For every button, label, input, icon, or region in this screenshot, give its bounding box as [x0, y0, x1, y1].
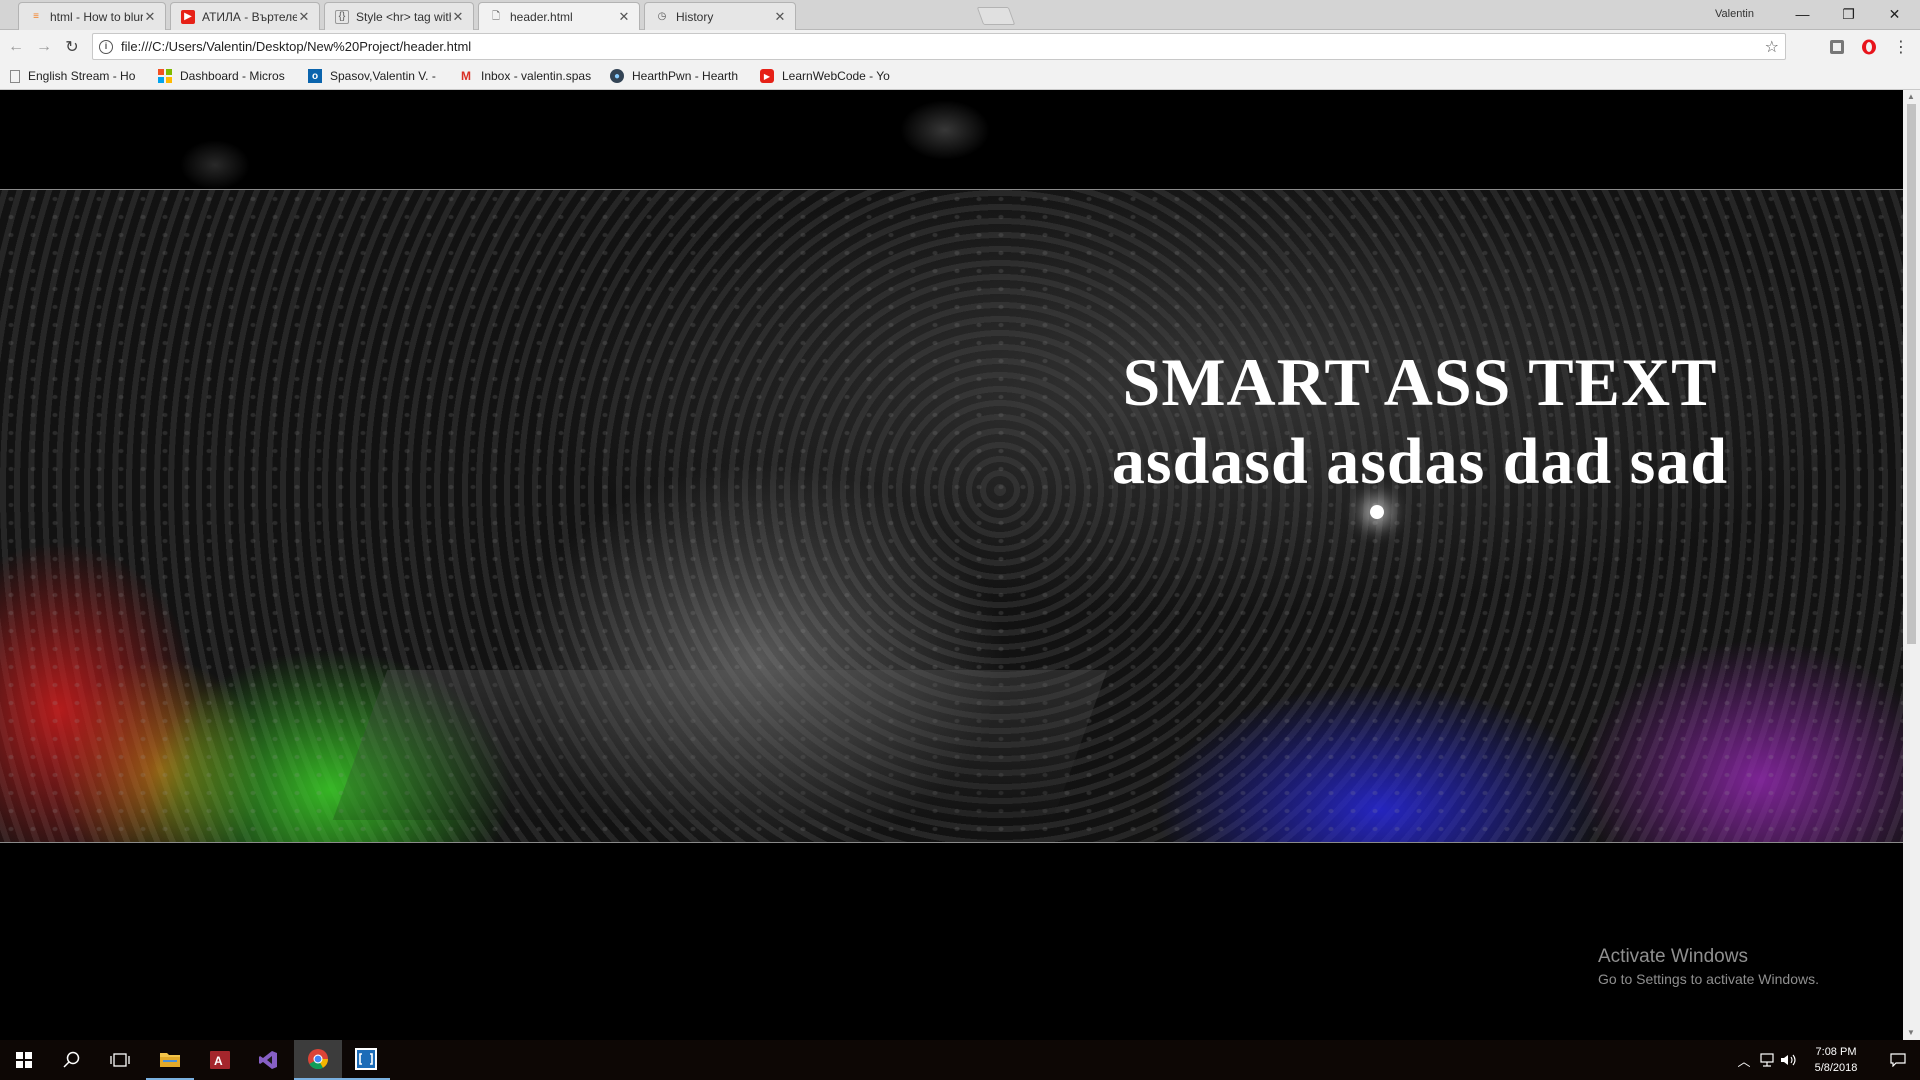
address-bar[interactable]: i file:///C:/Users/Valentin/Desktop/New%…: [92, 33, 1786, 60]
minimize-icon[interactable]: —: [1780, 0, 1825, 28]
brackets-icon[interactable]: [342, 1040, 390, 1080]
opera-icon[interactable]: [1860, 38, 1878, 56]
page-viewport: SMART ASS TEXT asdasd asdas dad sad Acti…: [0, 90, 1903, 1040]
tab-title: Style <hr> tag with CSS: [356, 9, 451, 24]
background-glow: [180, 140, 250, 190]
tab-title: html - How to blur(css) d: [50, 9, 143, 24]
info-icon[interactable]: i: [99, 39, 113, 54]
bookmarks-bar: English Stream - Ho Dashboard - Micros o…: [0, 64, 1920, 90]
browser-window: ≡ html - How to blur(css) d ✕ ▶ АТИЛА - …: [0, 0, 1920, 1040]
activate-windows-watermark: Activate Windows Go to Settings to activ…: [1598, 946, 1819, 987]
bottom-hr: [0, 842, 1903, 843]
stage-light: [1370, 505, 1384, 519]
tab-header-html[interactable]: 🗋 header.html ✕: [478, 2, 640, 31]
reload-icon[interactable]: ↻: [62, 37, 82, 57]
profile-name[interactable]: Valentin: [1715, 8, 1754, 20]
close-icon[interactable]: ✕: [143, 9, 157, 25]
close-icon[interactable]: ✕: [297, 9, 311, 25]
file-explorer-icon[interactable]: [146, 1040, 194, 1080]
tab-style-hr[interactable]: {} Style <hr> tag with CSS ✕: [324, 2, 474, 30]
clock-date: 5/8/2018: [1814, 1062, 1858, 1074]
tab-history[interactable]: ◷ History ✕: [644, 2, 796, 30]
hearthpwn-icon: ●: [610, 69, 624, 83]
bookmark-learnwebcode[interactable]: ▶ LearnWebCode - Yo: [760, 69, 898, 83]
bookmark-label: HearthPwn - Hearth: [632, 69, 739, 83]
microsoft-icon: [158, 69, 172, 83]
tab-title: header.html: [510, 10, 573, 24]
network-icon[interactable]: [1756, 1040, 1778, 1080]
access-icon[interactable]: A: [196, 1040, 244, 1080]
visual-studio-icon[interactable]: [244, 1040, 292, 1080]
close-icon[interactable]: ✕: [617, 9, 631, 25]
vertical-scrollbar[interactable]: ▲ ▼: [1903, 90, 1920, 1040]
toolbar: ← → ↻ i file:///C:/Users/Valentin/Deskto…: [0, 30, 1920, 64]
watermark-subtitle: Go to Settings to activate Windows.: [1598, 971, 1819, 987]
history-icon: ◷: [657, 11, 667, 22]
stage-shape: [332, 670, 1108, 820]
chrome-icon[interactable]: [294, 1040, 342, 1080]
scrollbar-thumb[interactable]: [1907, 104, 1916, 644]
restore-icon[interactable]: ❐: [1826, 0, 1871, 28]
clock-time: 7:08 PM: [1815, 1046, 1857, 1058]
bookmark-outlook[interactable]: o Spasov,Valentin V. -: [308, 69, 444, 83]
tab-strip: ≡ html - How to blur(css) d ✕ ▶ АТИЛА - …: [0, 0, 1920, 31]
forward-icon[interactable]: →: [34, 37, 54, 57]
menu-icon[interactable]: ⋮: [1892, 38, 1910, 56]
bookmark-english-stream[interactable]: English Stream - Ho: [10, 69, 146, 83]
tab-stackoverflow[interactable]: ≡ html - How to blur(css) d ✕: [18, 2, 166, 30]
start-button[interactable]: [0, 1040, 48, 1080]
address-text: file:///C:/Users/Valentin/Desktop/New%20…: [121, 39, 472, 54]
svg-text:A: A: [214, 1054, 223, 1068]
file-icon: 🗋: [491, 10, 501, 22]
watermark-title: Activate Windows: [1598, 946, 1748, 967]
headline-line-1: SMART ASS TEXT: [1122, 344, 1718, 420]
taskbar-clock[interactable]: 7:08 PM 5/8/2018: [1796, 1044, 1876, 1076]
close-icon[interactable]: ✕: [451, 9, 465, 25]
outlook-icon: o: [308, 69, 322, 83]
search-icon[interactable]: [48, 1040, 96, 1080]
scroll-down-icon[interactable]: ▼: [1907, 1028, 1915, 1037]
headline: SMART ASS TEXT asdasd asdas dad sad: [1095, 342, 1745, 502]
bookmark-hearthpwn[interactable]: ● HearthPwn - Hearth: [610, 69, 746, 83]
back-icon[interactable]: ←: [6, 37, 26, 57]
bookmark-inbox[interactable]: M Inbox - valentin.spas: [459, 69, 597, 83]
scroll-up-icon[interactable]: ▲: [1907, 92, 1915, 101]
background-glow: [900, 100, 990, 160]
star-icon[interactable]: ☆: [1765, 37, 1779, 57]
concert-banner-image: [0, 190, 1903, 842]
tray-overflow-icon[interactable]: ︿: [1734, 1040, 1754, 1080]
headline-line-2: asdasd asdas dad sad: [1111, 425, 1729, 498]
extension-icon[interactable]: [1828, 38, 1846, 56]
volume-icon[interactable]: [1778, 1040, 1798, 1080]
bookmark-dashboard[interactable]: Dashboard - Micros: [158, 69, 296, 83]
close-icon[interactable]: ✕: [773, 9, 787, 25]
new-tab-button[interactable]: [976, 7, 1016, 25]
windows-taskbar: A ︿ 7:08 PM 5/8/2018: [0, 1040, 1920, 1080]
stackoverflow-icon: ≡: [33, 11, 39, 22]
page-icon: [10, 69, 20, 83]
task-view-icon[interactable]: [96, 1040, 144, 1080]
notifications-icon[interactable]: [1876, 1040, 1920, 1080]
css-icon: {}: [335, 9, 349, 24]
bookmark-label: English Stream - Ho: [28, 69, 136, 83]
bookmark-label: Dashboard - Micros: [180, 69, 285, 83]
bookmark-label: LearnWebCode - Yo: [782, 69, 890, 83]
tab-youtube[interactable]: ▶ АТИЛА - Въртележка pr ✕: [170, 2, 320, 30]
bookmark-label: Inbox - valentin.spas: [481, 69, 592, 83]
gmail-icon: M: [461, 69, 471, 83]
bookmark-label: Spasov,Valentin V. -: [330, 69, 436, 83]
youtube-icon: ▶: [181, 9, 195, 24]
close-window-icon[interactable]: ✕: [1872, 0, 1917, 28]
tab-title: АТИЛА - Въртележка pr: [202, 9, 297, 24]
youtube-icon: ▶: [760, 69, 774, 83]
tab-title: History: [676, 9, 714, 24]
